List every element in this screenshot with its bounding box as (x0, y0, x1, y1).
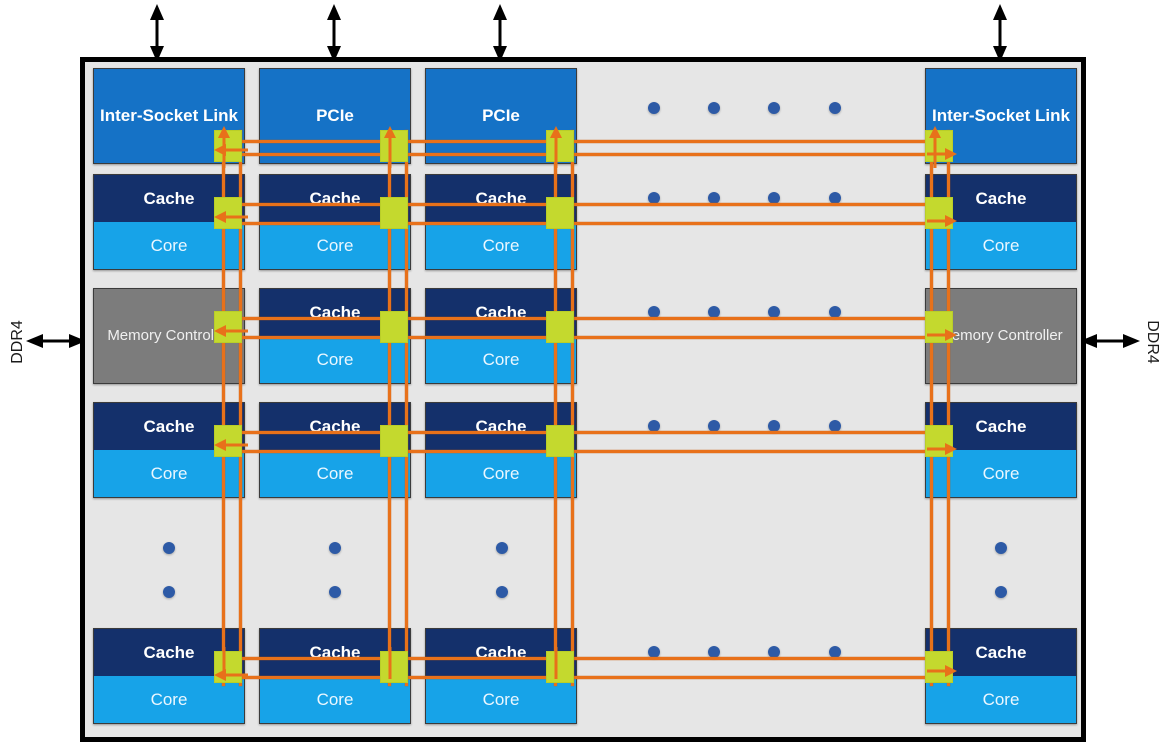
ellipsis-dot (329, 542, 341, 554)
top-port-arrow-inter-socket-link-right (993, 4, 1007, 62)
mesh-router[interactable] (925, 651, 953, 683)
ellipsis-dot (496, 586, 508, 598)
ellipsis-dot (329, 586, 341, 598)
mesh-router[interactable] (214, 425, 242, 457)
mesh-router[interactable] (380, 311, 408, 343)
ellipsis-dot (496, 542, 508, 554)
right-port-arrow-ddr4 (1080, 334, 1140, 348)
ellipsis-dot (995, 586, 1007, 598)
mesh-link-horizontal (222, 317, 942, 320)
mesh-router[interactable] (925, 425, 953, 457)
top-port-arrow-pcie-2 (493, 4, 507, 62)
mesh-router[interactable] (214, 130, 242, 162)
mesh-link-horizontal (222, 222, 942, 225)
mesh-link-horizontal (222, 153, 942, 156)
mesh-router[interactable] (214, 651, 242, 683)
ellipsis-dot (768, 102, 780, 114)
mesh-router[interactable] (925, 130, 953, 162)
ellipsis-dot (648, 102, 660, 114)
mesh-router[interactable] (925, 197, 953, 229)
mesh-link-horizontal (222, 676, 942, 679)
mesh-router[interactable] (546, 130, 574, 162)
ddr4-label-left: DDR4 (9, 320, 26, 364)
mesh-router[interactable] (546, 197, 574, 229)
diagram-canvas: DDR4 DDR4 Inter-Socket Link PCIe PCIe In… (0, 0, 1170, 756)
mesh-router[interactable] (546, 311, 574, 343)
mesh-link-horizontal (222, 450, 942, 453)
mesh-router[interactable] (546, 651, 574, 683)
top-port-arrow-pcie-1 (327, 4, 341, 62)
mesh-router[interactable] (925, 311, 953, 343)
ellipsis-dot (995, 542, 1007, 554)
mesh-link-horizontal (222, 336, 942, 339)
mesh-router[interactable] (380, 130, 408, 162)
ellipsis-dot (163, 586, 175, 598)
mesh-link-horizontal (222, 203, 942, 206)
ellipsis-dot (163, 542, 175, 554)
ellipsis-dot (829, 102, 841, 114)
mesh-router[interactable] (380, 651, 408, 683)
mesh-router[interactable] (380, 425, 408, 457)
mesh-link-horizontal (222, 140, 942, 143)
mesh-router[interactable] (214, 311, 242, 343)
top-port-arrow-inter-socket-link-left (150, 4, 164, 62)
mesh-router[interactable] (214, 197, 242, 229)
mesh-router[interactable] (546, 425, 574, 457)
mesh-link-horizontal (222, 431, 942, 434)
ellipsis-dot (708, 102, 720, 114)
mesh-router[interactable] (380, 197, 408, 229)
ddr4-label-right: DDR4 (1144, 320, 1161, 364)
left-port-arrow-ddr4 (26, 334, 86, 348)
mesh-link-horizontal (222, 657, 942, 660)
